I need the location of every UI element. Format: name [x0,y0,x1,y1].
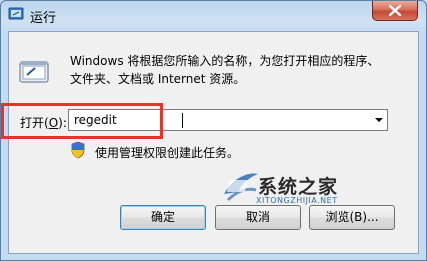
description-text: Windows 将根据您所输入的名称，为您打开相应的程序、 文件夹、文档或 In… [70,52,390,88]
dropdown-arrow-icon[interactable] [375,118,383,122]
watermark-name: 系统之家 [258,176,339,198]
description-line-2: 文件夹、文档或 Internet 资源。 [70,72,246,86]
description-line-1: Windows 将根据您所输入的名称，为您打开相应的程序、 [70,54,380,68]
title-bar[interactable]: 运行 [0,0,427,30]
text-caret [182,113,183,128]
run-icon [19,61,49,83]
close-button[interactable] [372,1,418,21]
watermark-url: XITONGZHIJIA.NET [256,196,338,205]
close-icon [388,4,402,17]
run-app-icon [8,7,24,20]
browse-button[interactable]: 浏览(B)... [309,205,395,230]
annotation-highlight-box [1,103,163,139]
ok-button[interactable]: 确定 [120,205,206,230]
window-title: 运行 [30,11,57,26]
admin-note: 使用管理权限创建此任务。 [95,146,240,160]
cancel-button[interactable]: 取消 [215,205,301,230]
uac-shield-icon [71,141,85,159]
